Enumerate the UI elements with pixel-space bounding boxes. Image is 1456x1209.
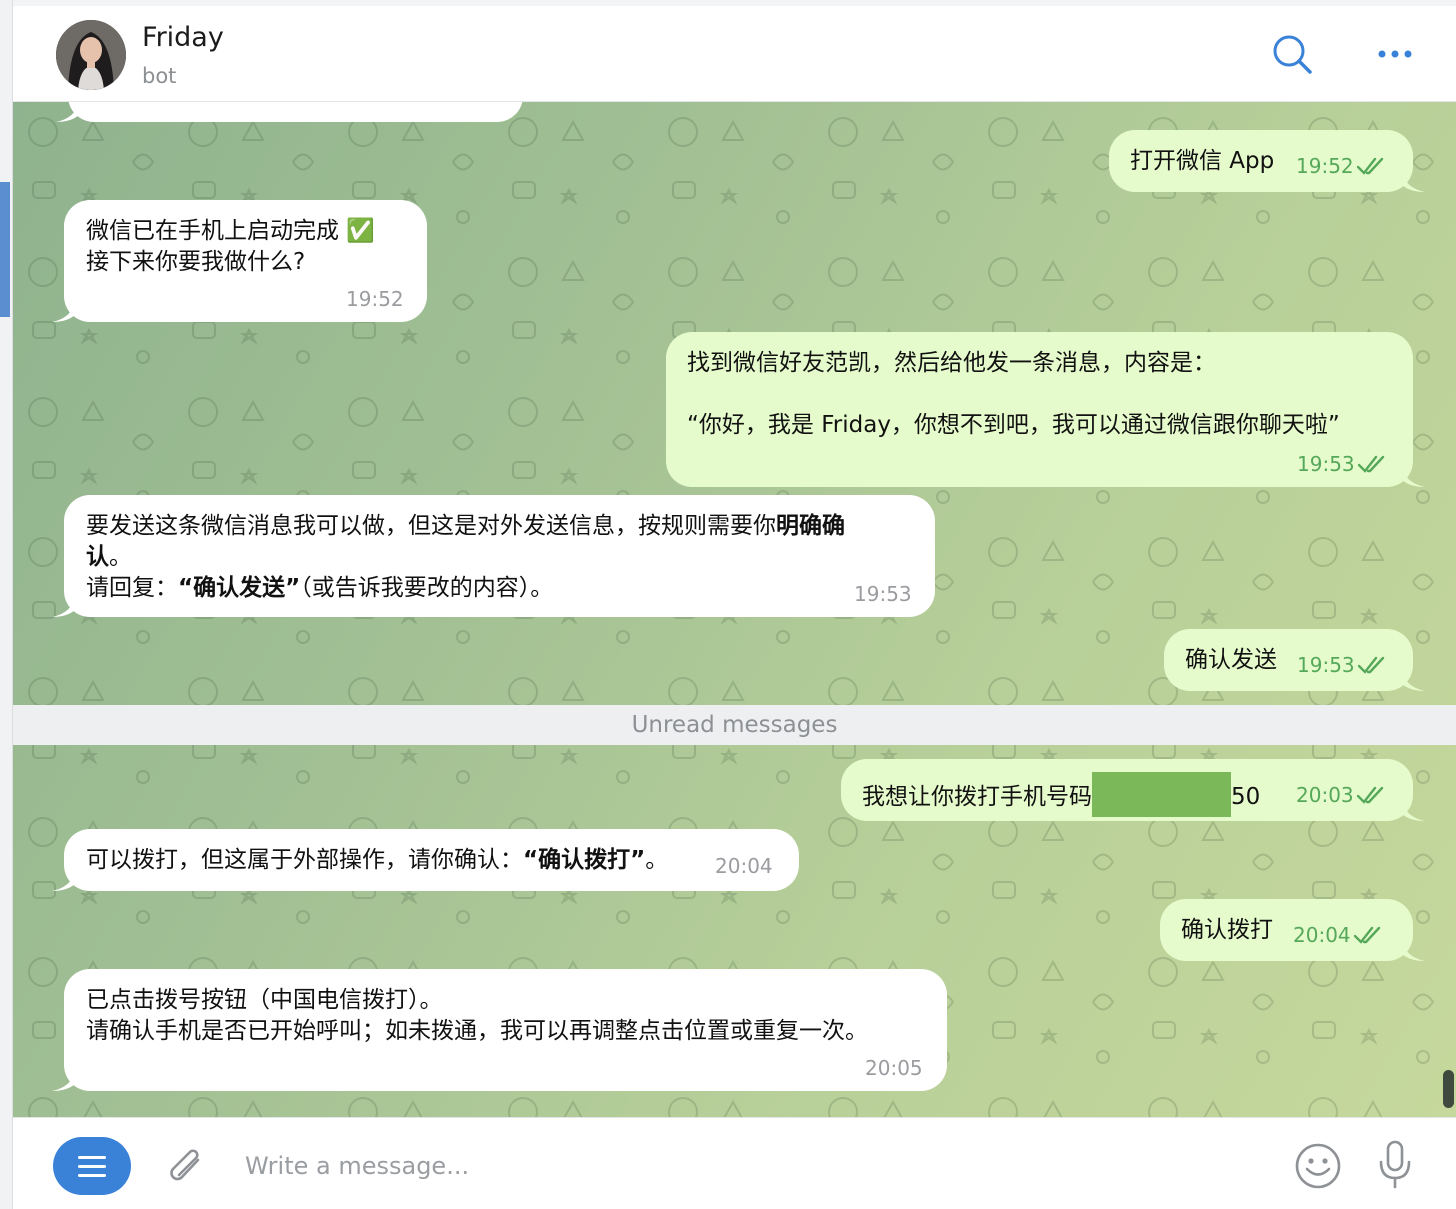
bubble-tail xyxy=(1401,799,1425,821)
message-time-label: 20:04 xyxy=(1293,923,1351,947)
more-button[interactable] xyxy=(1373,32,1417,76)
message-time: 19:52 xyxy=(1296,151,1385,182)
message-bubble-incoming[interactable]: 要发送这条微信消息我可以做，但这是对外发送信息，按规则需要你明确确 认。 请回复… xyxy=(52,495,935,617)
double-check-icon xyxy=(1353,926,1380,944)
voice-message-button[interactable] xyxy=(1377,1140,1413,1194)
message-list[interactable]: 打开微信 App 19:52 微信已在手机上启动完成 ✅ 接下来你要我做什么? … xyxy=(13,102,1456,1117)
avatar[interactable] xyxy=(56,20,126,90)
bubble-tail xyxy=(1401,170,1425,192)
text-run: 。 xyxy=(109,544,132,570)
message-time: 20:04 xyxy=(715,854,773,878)
menu-icon xyxy=(78,1155,106,1159)
chat-status: bot xyxy=(142,64,177,88)
emoji-button[interactable] xyxy=(1294,1142,1342,1194)
bubble-tail xyxy=(56,102,80,122)
message-bubble-incoming[interactable]: 可以拨打，但这属于外部操作，请你确认：“确认拨打”。 20:04 xyxy=(52,829,799,891)
unread-messages-divider: Unread messages xyxy=(13,705,1456,745)
message-bubble-outgoing[interactable]: 确认拨打 20:04 xyxy=(1160,899,1425,961)
text-run: 。 xyxy=(645,847,669,873)
bubble-tail xyxy=(1401,669,1425,691)
message-bubble-outgoing[interactable]: 我想让你拨打手机号码 50 20:03 xyxy=(841,759,1425,821)
text-run: 请回复： xyxy=(86,575,178,601)
message-bubble-incoming[interactable]: 已点击拨号按钮（中国电信拨打）。 请确认手机是否已开始呼叫；如未拨通，我可以再调… xyxy=(52,969,947,1091)
message-text: 确认发送 xyxy=(1185,647,1277,673)
text-run: 50 xyxy=(1231,784,1261,810)
attach-button[interactable] xyxy=(168,1146,208,1194)
text-run: 要发送这条微信消息我可以做，但这是对外发送信息，按规则需要你 xyxy=(86,513,776,539)
message-text: 我想让你拨打手机号码 50 xyxy=(862,772,1261,820)
avatar-portrait xyxy=(56,20,126,90)
message-input[interactable] xyxy=(245,1146,1245,1186)
message-text: 微信已在手机上启动完成 ✅ 接下来你要我做什么? xyxy=(86,218,375,275)
double-check-icon xyxy=(1356,786,1383,804)
message-time: 19:52 xyxy=(346,287,404,311)
more-icon xyxy=(1378,50,1412,58)
bubble-tail xyxy=(1401,939,1425,961)
message-time-label: 20:03 xyxy=(1296,783,1354,807)
bubble-tail xyxy=(52,1069,76,1091)
message-time-label: 19:53 xyxy=(1297,653,1355,677)
attach-icon xyxy=(170,1149,200,1181)
search-icon xyxy=(1273,35,1312,74)
bubble-tail xyxy=(1401,465,1425,487)
message-text: 打开微信 App xyxy=(1130,148,1275,174)
double-check-icon xyxy=(1357,656,1384,674)
message-bubble-incoming[interactable]: 微信已在手机上启动完成 ✅ 接下来你要我做什么? 19:52 xyxy=(52,200,427,322)
message-text: 要发送这条微信消息我可以做，但这是对外发送信息，按规则需要你明确确 认。 请回复… xyxy=(86,511,926,604)
message-bubble-outgoing[interactable]: 打开微信 App 19:52 xyxy=(1109,130,1425,192)
left-panel-edge xyxy=(0,0,13,1209)
selected-chat-indicator xyxy=(0,182,10,317)
bubble-tail xyxy=(52,869,76,891)
message-time: 20:05 xyxy=(865,1056,923,1080)
microphone-icon xyxy=(1379,1140,1411,1189)
message-time: 19:53 xyxy=(854,582,912,606)
message-bubble-outgoing[interactable]: 找到微信好友范凯，然后给他发一条消息，内容是： “你好，我是 Friday，你想… xyxy=(666,332,1425,487)
message-time: 20:03 xyxy=(1296,780,1385,811)
message-time-label: 19:52 xyxy=(1296,154,1354,178)
scrollbar-thumb[interactable] xyxy=(1443,1070,1454,1108)
text-run: 我想让你拨打手机号码 xyxy=(862,784,1092,810)
message-time: 19:53 xyxy=(1297,449,1386,480)
message-bubble-partial[interactable] xyxy=(56,102,523,122)
emoji-icon xyxy=(1295,1143,1341,1189)
message-bubble-outgoing[interactable]: 确认发送 19:53 xyxy=(1164,629,1425,691)
message-text: 已点击拨号按钮（中国电信拨打）。 请确认手机是否已开始呼叫；如未拨通，我可以再调… xyxy=(86,987,868,1044)
text-run: 可以拨打，但这属于外部操作，请你确认： xyxy=(86,847,523,873)
message-time: 20:04 xyxy=(1293,920,1382,951)
message-time-label: 19:53 xyxy=(1297,452,1355,476)
double-check-icon xyxy=(1357,455,1384,473)
telegram-chat-window: Friday bot 打开微信 App 19:52 微信已在手机上启动完成 ✅ … xyxy=(0,0,1456,1209)
chat-header: Friday bot xyxy=(13,0,1456,102)
bot-menu-button[interactable] xyxy=(53,1137,131,1195)
text-run-bold: “确认发送” xyxy=(178,575,301,601)
double-check-icon xyxy=(1356,157,1383,175)
bubble-tail xyxy=(52,300,76,322)
redacted-phone-number xyxy=(1092,772,1231,817)
text-run-bold: 明确确 xyxy=(776,513,845,539)
search-button[interactable] xyxy=(1270,32,1314,76)
message-text: 确认拨打 xyxy=(1181,917,1273,943)
text-run-bold: “确认拨打” xyxy=(523,847,646,873)
message-time: 19:53 xyxy=(1297,650,1386,681)
bubble-tail xyxy=(52,595,76,617)
message-text: 找到微信好友范凯，然后给他发一条消息，内容是： “你好，我是 Friday，你想… xyxy=(687,350,1340,438)
menu-icon-line xyxy=(78,1173,106,1177)
text-run-bold: 认 xyxy=(86,544,109,570)
menu-icon-line xyxy=(78,1164,106,1168)
text-run: （或告诉我要改的内容）。 xyxy=(300,575,554,601)
message-composer xyxy=(13,1117,1456,1209)
chat-title[interactable]: Friday xyxy=(142,22,224,53)
message-text: 可以拨打，但这属于外部操作，请你确认：“确认拨打”。 xyxy=(86,845,668,876)
